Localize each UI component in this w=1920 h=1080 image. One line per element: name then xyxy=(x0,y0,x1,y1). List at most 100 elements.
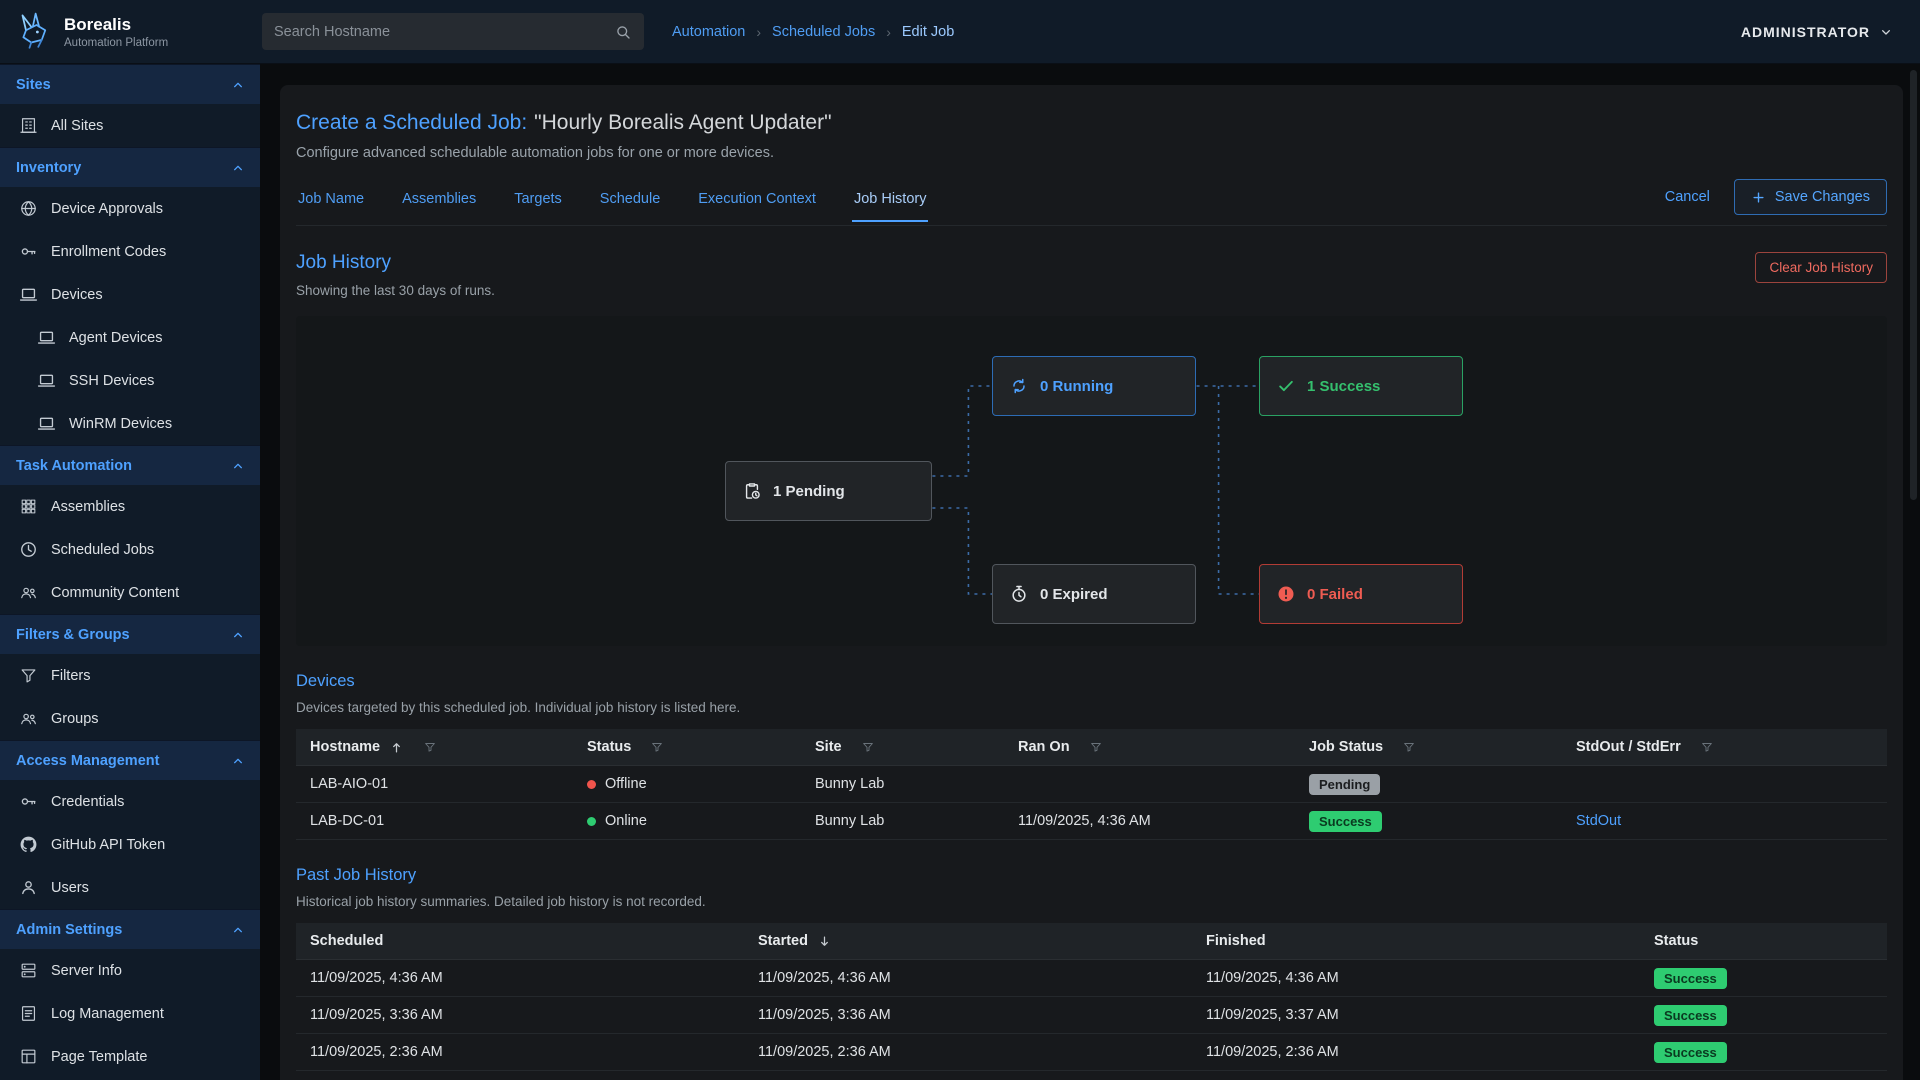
sidebar-section-sites[interactable]: Sites xyxy=(0,64,260,104)
stdout-link[interactable]: StdOut xyxy=(1576,813,1621,829)
filter-icon[interactable] xyxy=(1700,740,1714,754)
failed-error-icon xyxy=(1276,584,1296,604)
sort-desc-icon xyxy=(817,934,832,949)
tab-schedule[interactable]: Schedule xyxy=(598,183,662,221)
column-header-scheduled[interactable]: Scheduled xyxy=(296,933,744,949)
filter-icon[interactable] xyxy=(423,740,437,754)
key-icon xyxy=(19,242,38,261)
hostname-cell: LAB-DC-01 xyxy=(296,813,573,829)
sidebar-item-ssh-devices[interactable]: SSH Devices xyxy=(0,359,260,402)
column-header-finished[interactable]: Finished xyxy=(1192,933,1640,949)
sidebar-item-device-approvals[interactable]: Device Approvals xyxy=(0,187,260,230)
breadcrumb-item-automation[interactable]: Automation xyxy=(672,24,745,40)
column-header-status[interactable]: Status xyxy=(573,739,801,755)
devices-heading: Devices xyxy=(296,672,740,691)
page-title-prefix: Create a Scheduled Job: xyxy=(296,111,527,134)
cancel-button[interactable]: Cancel xyxy=(1665,189,1710,205)
scrollbar[interactable] xyxy=(1910,70,1917,500)
laptop-icon xyxy=(37,328,56,347)
sidebar-item-page-template[interactable]: Page Template xyxy=(0,1035,260,1078)
filter-icon[interactable] xyxy=(1402,740,1416,754)
section-label: Task Automation xyxy=(16,458,132,474)
template-icon xyxy=(19,1047,38,1066)
sidebar-section-inventory[interactable]: Inventory xyxy=(0,147,260,187)
column-header-status[interactable]: Status xyxy=(1640,933,1887,949)
filter-icon[interactable] xyxy=(861,740,875,754)
tab-assemblies[interactable]: Assemblies xyxy=(400,183,478,221)
column-header-job-status[interactable]: Job Status xyxy=(1295,739,1562,755)
plus-icon xyxy=(1751,190,1766,205)
chevron-up-icon xyxy=(230,922,246,938)
sidebar-item-devices[interactable]: Devices xyxy=(0,273,260,316)
sidebar-section-filters-groups[interactable]: Filters & Groups xyxy=(0,614,260,654)
filter-icon[interactable] xyxy=(650,740,664,754)
tab-job-history[interactable]: Job History xyxy=(852,183,929,222)
sidebar-item-agent-devices[interactable]: Agent Devices xyxy=(0,316,260,359)
borealis-logo-icon xyxy=(12,11,54,53)
column-header-stdout-stderr[interactable]: StdOut / StdErr xyxy=(1562,739,1887,755)
past-history-table: ScheduledStartedFinishedStatus 11/09/202… xyxy=(296,923,1887,1071)
grid-icon xyxy=(19,497,38,516)
page-subtitle: Configure advanced schedulable automatio… xyxy=(296,145,1887,161)
funnel-icon xyxy=(19,666,38,685)
column-header-site[interactable]: Site xyxy=(801,739,1004,755)
breadcrumb-separator: › xyxy=(756,24,761,40)
sidebar-item-groups[interactable]: Groups xyxy=(0,697,260,740)
sidebar-section-access-management[interactable]: Access Management xyxy=(0,740,260,780)
tab-execution-context[interactable]: Execution Context xyxy=(696,183,818,221)
status-cell: Success xyxy=(1640,1005,1887,1026)
started-cell: 11/09/2025, 2:36 AM xyxy=(744,1044,1192,1060)
device-row-lab-aio-01: LAB-AIO-01OfflineBunny LabPending xyxy=(296,766,1887,803)
sidebar-item-winrm-devices[interactable]: WinRM Devices xyxy=(0,402,260,445)
save-changes-button[interactable]: Save Changes xyxy=(1734,179,1887,215)
column-header-hostname[interactable]: Hostname xyxy=(296,739,573,755)
column-header-ran-on[interactable]: Ran On xyxy=(1004,739,1295,755)
tab-targets[interactable]: Targets xyxy=(512,183,564,221)
people-icon xyxy=(19,709,38,728)
devices-header-row: Devices Devices targeted by this schedul… xyxy=(296,672,1887,715)
server-icon xyxy=(19,961,38,980)
edit-job-panel: Create a Scheduled Job:"Hourly Borealis … xyxy=(280,85,1903,1080)
sidebar-item-assemblies[interactable]: Assemblies xyxy=(0,485,260,528)
section-label: Sites xyxy=(16,77,51,93)
job-status-cell: Success xyxy=(1295,811,1562,832)
sidebar-section-admin-settings[interactable]: Admin Settings xyxy=(0,909,260,949)
sidebar-item-community-content[interactable]: Community Content xyxy=(0,571,260,614)
tabs-actions: Cancel Save Changes xyxy=(1665,179,1887,225)
sidebar-item-github-api-token[interactable]: GitHub API Token xyxy=(0,823,260,866)
sidebar-item-enrollment-codes[interactable]: Enrollment Codes xyxy=(0,230,260,273)
status-badge: Pending xyxy=(1309,774,1380,795)
sidebar-item-log-management[interactable]: Log Management xyxy=(0,992,260,1035)
sidebar-item-all-sites[interactable]: All Sites xyxy=(0,104,260,147)
brand-name: Borealis xyxy=(64,15,168,35)
sidebar-section-task-automation[interactable]: Task Automation xyxy=(0,445,260,485)
sidebar-item-scheduled-jobs[interactable]: Scheduled Jobs xyxy=(0,528,260,571)
column-header-started[interactable]: Started xyxy=(744,933,1192,949)
tab-bar: Job Name Assemblies Targets Schedule Executi… xyxy=(296,183,928,221)
search-input[interactable] xyxy=(274,24,614,40)
devices-heading-block: Devices Devices targeted by this schedul… xyxy=(296,672,740,715)
status-badge: Success xyxy=(1309,811,1382,832)
laptop-icon xyxy=(19,285,38,304)
filter-icon[interactable] xyxy=(1089,740,1103,754)
tab-job-name[interactable]: Job Name xyxy=(296,183,366,221)
scheduled-cell: 11/09/2025, 2:36 AM xyxy=(296,1044,744,1060)
sidebar-item-filters[interactable]: Filters xyxy=(0,654,260,697)
building-icon xyxy=(19,116,38,135)
finished-cell: 11/09/2025, 2:36 AM xyxy=(1192,1044,1640,1060)
sidebar-item-credentials[interactable]: Credentials xyxy=(0,780,260,823)
status-dot-icon xyxy=(587,817,596,826)
app-shell: SitesAll SitesInventoryDevice ApprovalsE… xyxy=(0,64,1920,1080)
breadcrumb-item-scheduled-jobs[interactable]: Scheduled Jobs xyxy=(772,24,875,40)
sidebar-item-server-info[interactable]: Server Info xyxy=(0,949,260,992)
status-cell: Success xyxy=(1640,968,1887,989)
flow-box-label: 0 Expired xyxy=(1040,586,1108,603)
user-menu[interactable]: ADMINISTRATOR xyxy=(1741,24,1894,40)
status-badge: Success xyxy=(1654,968,1727,989)
ran-on-cell: 11/09/2025, 4:36 AM xyxy=(1004,813,1295,829)
sidebar-item-users[interactable]: Users xyxy=(0,866,260,909)
search-icon[interactable] xyxy=(614,23,632,41)
chevron-up-icon xyxy=(230,160,246,176)
breadcrumb-item-edit-job[interactable]: Edit Job xyxy=(902,24,954,40)
clear-job-history-button[interactable]: Clear Job History xyxy=(1755,252,1887,283)
